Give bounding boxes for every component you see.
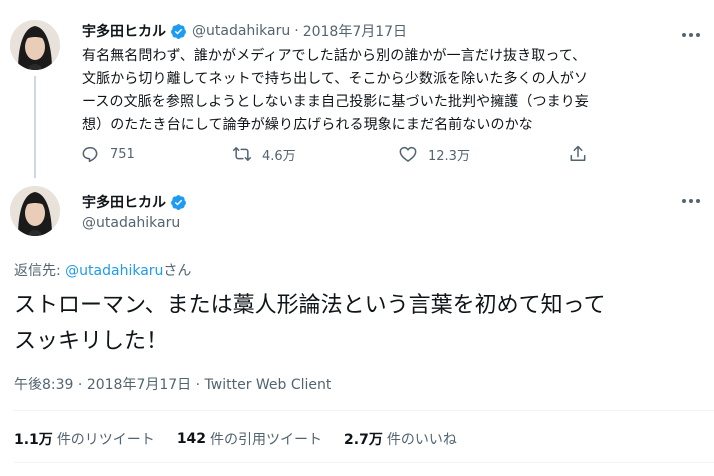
share-button[interactable] [568, 142, 598, 166]
handle[interactable]: @utadahikaru [192, 23, 290, 39]
parent-tweet-text: 有名無名問わず、誰かがメディアでした話から別の誰かが一言だけ抜き取って、 文脈か… [82, 45, 702, 137]
reply-icon [82, 147, 98, 163]
share-icon [570, 145, 586, 161]
display-name[interactable]: 宇多田ヒカル [82, 21, 166, 41]
tweet-text-line: ストローマン、または藁人形論法という言葉を初めて知って [14, 293, 606, 318]
tweet-date[interactable]: 2018年7月17日 [303, 21, 407, 41]
retweet-button[interactable]: 4.6万 [232, 142, 296, 166]
separator: · [77, 377, 83, 393]
main-tweet-text: ストローマン、または藁人形論法という言葉を初めて知って スッキリした！ [14, 288, 704, 360]
quotes-count: 142 [176, 431, 207, 447]
reply-count: 751 [110, 146, 135, 162]
divider [14, 462, 714, 463]
tweet-text-line: スッキリした！ [14, 329, 169, 354]
avatar[interactable] [10, 186, 60, 236]
retweet-count: 4.6万 [262, 148, 296, 164]
main-tweet-name-row: 宇多田ヒカル [82, 192, 192, 212]
display-name[interactable]: 宇多田ヒカル [82, 192, 166, 212]
parent-tweet-header: 宇多田ヒカル @utadahikaru · 2018年7月17日 [82, 20, 407, 42]
reply-prefix: 返信先: [14, 263, 66, 279]
avatar[interactable] [10, 20, 60, 70]
likes-stat[interactable]: 2.7万 件のいいね [344, 429, 457, 449]
verified-badge-icon [171, 194, 186, 210]
likes-label: 件のいいね [386, 432, 457, 448]
tweet-text-line: 文脈から切り離してネットで持ち出して、そこから少数派を除いた多くの人がソ [82, 71, 589, 87]
like-button[interactable]: 12.3万 [398, 142, 470, 166]
retweets-label: 件のリツイート [56, 432, 155, 448]
separator: · [294, 23, 299, 39]
tweet-text-line: ースの文脈を参照しようとしないまま自己投影に基づいた批判や擁護（つまり妄 [82, 94, 589, 110]
tweet-time[interactable]: 午後8:39 [14, 377, 73, 393]
more-icon[interactable] [680, 194, 702, 208]
like-icon [399, 146, 417, 162]
tweet-meta: 午後8:39 · 2018年7月17日 · Twitter Web Client [14, 374, 331, 394]
handle[interactable]: @utadahikaru [82, 215, 180, 231]
retweet-icon [232, 147, 252, 161]
tweet-text-line: 有名無名問わず、誰かがメディアでした話から別の誰かが一言だけ抜き取って、 [82, 48, 587, 64]
tweet-thread: 宇多田ヒカル @utadahikaru · 2018年7月17日 有名無名問わず… [0, 0, 714, 476]
likes-count: 2.7万 [344, 432, 383, 448]
thread-line [34, 76, 36, 178]
verified-badge-icon [171, 23, 186, 39]
tweet-text-line: 想）のたたき台にして論争が繰り広げられる現象にまだ名前ないのかな [82, 117, 533, 133]
quotes-label: 件の引用ツイート [210, 432, 323, 448]
tweet-client[interactable]: Twitter Web Client [205, 377, 332, 393]
divider [14, 410, 714, 411]
reply-handle-link[interactable]: @utadahikaru [65, 263, 163, 279]
reply-suffix: さん [163, 263, 192, 279]
reply-to: 返信先: @utadahikaruさん [14, 260, 191, 280]
retweets-count: 1.1万 [14, 432, 53, 448]
tweet-stats: 1.1万 件のリツイート 142 件の引用ツイート 2.7万 件のいいね [14, 428, 479, 450]
retweets-stat[interactable]: 1.1万 件のリツイート [14, 429, 155, 449]
reply-button[interactable]: 751 [80, 142, 135, 166]
tweet-date[interactable]: 2018年7月17日 [87, 377, 191, 393]
quotes-stat[interactable]: 142 件の引用ツイート [177, 429, 322, 449]
separator: · [195, 377, 201, 393]
like-count: 12.3万 [428, 148, 470, 164]
tweet-actions: 751 4.6万 12.3万 [80, 142, 600, 166]
more-icon[interactable] [680, 28, 702, 42]
